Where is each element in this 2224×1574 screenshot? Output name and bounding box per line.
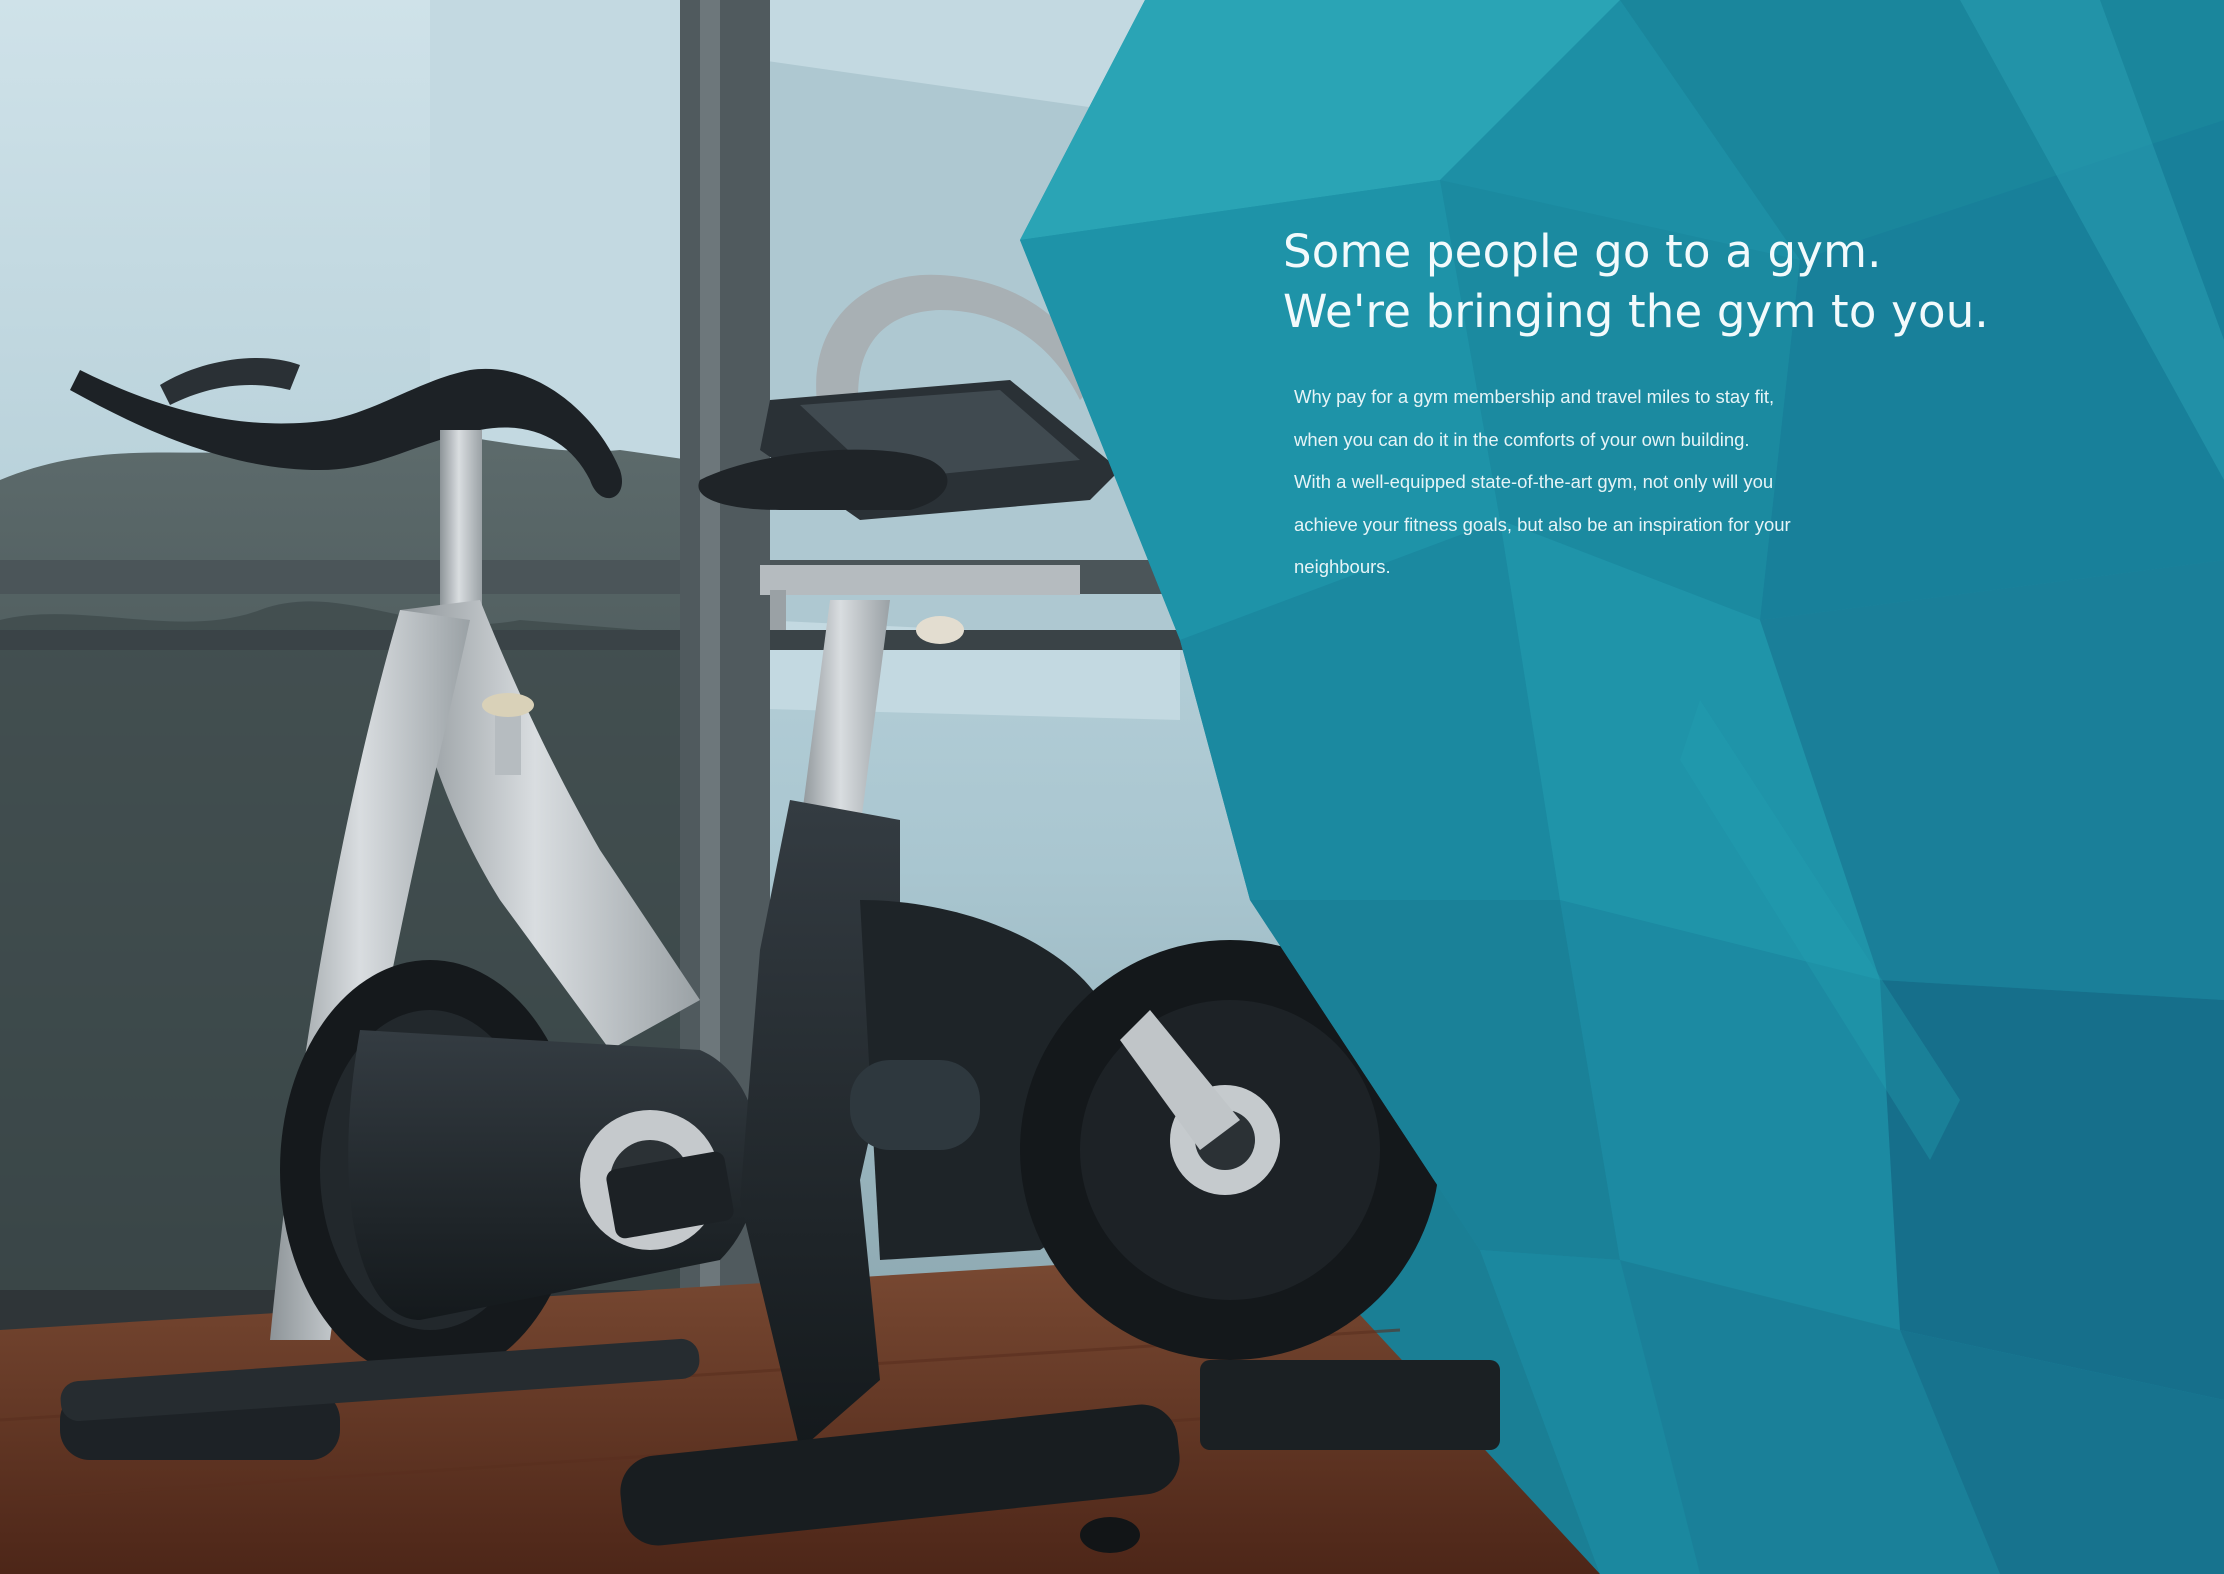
body-line-1: Why pay for a gym membership and travel … (1294, 386, 1775, 407)
headline-line-1: Some people go to a gym. (1283, 225, 1882, 278)
copy-block: Some people go to a gym. We're bringing … (1283, 222, 1989, 589)
body-line-4: achieve your fitness goals, but also be … (1294, 513, 1791, 535)
headline: Some people go to a gym. We're bringing … (1283, 222, 1989, 342)
body-line-2: when you can do it in the comforts of yo… (1294, 428, 1750, 450)
headline-line-2: We're bringing the gym to you. (1283, 285, 1989, 338)
body-line-5: neighbours. (1294, 556, 1391, 577)
brochure-page: Some people go to a gym. We're bringing … (0, 0, 2224, 1574)
body-paragraph: Why pay for a gym membership and travel … (1294, 376, 1974, 589)
body-line-3: With a well-equipped state-of-the-art gy… (1294, 471, 1774, 492)
